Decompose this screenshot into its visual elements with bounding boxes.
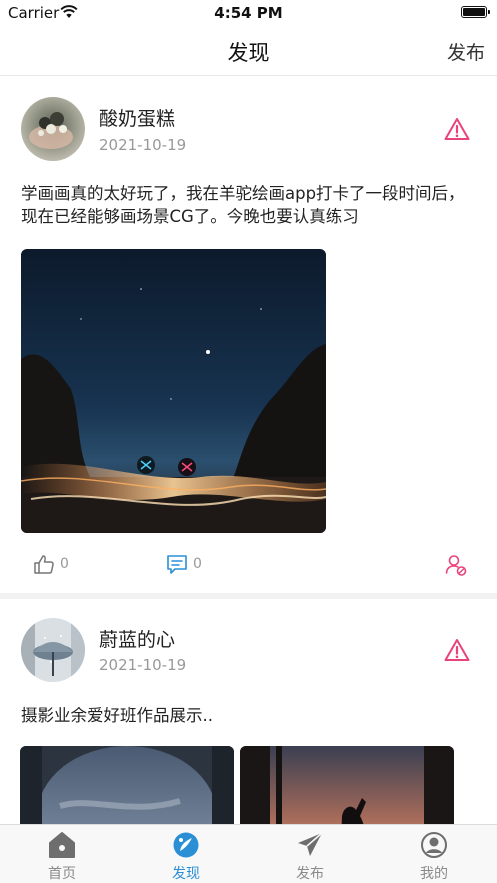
avatar[interactable] [21,618,85,682]
post-date: 2021-10-19 [99,656,187,674]
battery-icon [461,6,490,18]
status-bar: Carrier 4:54 PM [0,0,497,26]
post-photo[interactable] [20,746,234,825]
navigation-bar: 发现 发布 [0,26,497,76]
post-divider [0,593,497,599]
tab-label: 发布 [296,866,324,882]
report-warning-icon[interactable] [444,117,470,141]
thumbs-up-icon[interactable] [33,553,55,575]
tab-profile[interactable]: 我的 [372,825,496,883]
report-warning-icon[interactable] [444,638,470,662]
comment-icon[interactable] [166,553,188,575]
send-icon [298,832,323,856]
post-card[interactable]: 酸奶蛋糕 2021-10-19 学画画真的太好玩了，我在羊驼绘画app打卡了一段… [0,77,497,593]
discover-icon [173,832,199,858]
home-icon [49,832,75,858]
post-text: 学画画真的太好玩了，我在羊驼绘画app打卡了一段时间后，现在已经能够画场景CG了… [21,184,465,226]
follow-user-icon[interactable] [444,553,468,577]
post-card[interactable]: 蔚蓝的心 2021-10-19 摄影业余爱好班作品展示.. [0,600,497,825]
tab-home[interactable]: 首页 [0,825,124,883]
tab-label: 我的 [420,866,448,882]
avatar[interactable] [21,97,85,161]
tab-label: 发现 [172,866,200,882]
post-photo[interactable] [240,746,454,825]
post-photo[interactable] [21,249,326,533]
like-count: 0 [60,556,69,572]
page-title: 发现 [227,41,270,65]
author-name[interactable]: 蔚蓝的心 [99,625,175,652]
profile-icon [421,832,447,858]
post-text: 摄影业余爱好班作品展示.. [21,706,213,725]
post-date: 2021-10-19 [99,136,187,154]
tab-bar: 首页 发现 发布 我的 [0,824,497,883]
author-name[interactable]: 酸奶蛋糕 [99,104,175,131]
tab-label: 首页 [48,866,76,882]
tab-discover[interactable]: 发现 [124,825,248,883]
publish-button[interactable]: 发布 [447,38,485,65]
tab-publish[interactable]: 发布 [248,825,372,883]
post-actions: 0 0 [0,551,497,579]
clock: 4:54 PM [214,4,283,22]
comment-count: 0 [193,556,202,572]
